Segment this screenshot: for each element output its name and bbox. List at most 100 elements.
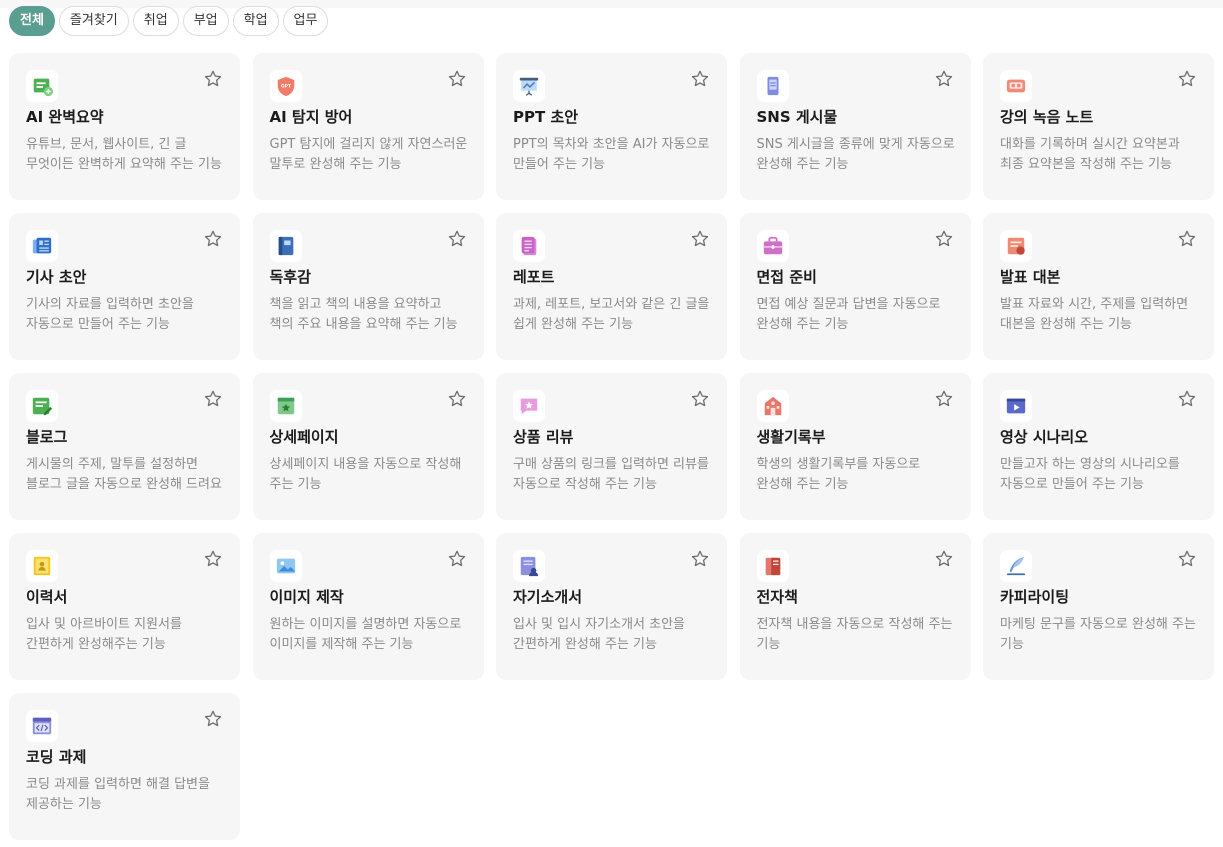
- card-description: 유튜브, 문서, 웹사이트, 긴 글 무엇이든 완벽하게 요약해 주는 기능: [26, 137, 222, 172]
- card-description: 대화를 기록하며 실시간 요약본과 최종 요약본을 작성해 주는 기능: [1000, 137, 1180, 172]
- card-title: 면접 준비: [756, 268, 817, 286]
- self-intro-icon: [513, 550, 545, 582]
- favorite-star-icon[interactable]: [1177, 229, 1197, 249]
- tool-card[interactable]: 면접 준비면접 예상 질문과 답변을 자동으로 완성해 주는 기능: [739, 213, 971, 360]
- card-title: 영상 시나리오: [1000, 428, 1089, 446]
- favorite-star-icon[interactable]: [203, 549, 223, 569]
- card-title: PPT 초안: [513, 108, 579, 126]
- card-title: 카피라이팅: [1000, 588, 1070, 606]
- briefcase-icon: [756, 230, 789, 262]
- blog-icon: [26, 390, 58, 422]
- favorite-star-icon[interactable]: [203, 69, 223, 89]
- tool-card[interactable]: AI 완벽요약유튜브, 문서, 웹사이트, 긴 글 무엇이든 완벽하게 요약해 …: [9, 53, 240, 200]
- favorite-star-icon[interactable]: [690, 549, 710, 569]
- tool-card[interactable]: 강의 녹음 노트 대화를 기록하며 실시간 요약본과 최종 요약본을 작성해 주는…: [983, 53, 1214, 200]
- tool-card[interactable]: 독후감책을 읽고 책의 내용을 요약하고 책의 주요 내용을 요약해 주는 기능: [252, 213, 484, 360]
- image-icon: [269, 550, 302, 582]
- card-title: 기사 초안: [26, 268, 87, 286]
- quill-icon: [1000, 550, 1032, 582]
- card-description: 발표 자료와 시간, 주제를 입력하면 대본을 완성해 주는 기능: [1000, 297, 1189, 332]
- card-title: 코딩 과제: [26, 748, 87, 766]
- book-icon: [269, 230, 302, 262]
- tool-card[interactable]: 코딩 과제코딩 과제를 입력하면 해결 답변을 제공하는 기능: [9, 693, 240, 840]
- tool-card[interactable]: PPT 초안 PPT의 목차와 초안을 AI가 자동으로 만들어 주는 기능: [496, 53, 727, 200]
- card-description: 과제, 레포트, 보고서와 같은 긴 글을 쉽게 완성해 주는 기능: [513, 297, 710, 332]
- favorite-star-icon[interactable]: [447, 389, 467, 409]
- favorite-star-icon[interactable]: [1177, 549, 1197, 569]
- presentation-icon: [513, 70, 545, 102]
- favorite-star-icon[interactable]: [690, 229, 710, 249]
- tab-1[interactable]: 즐겨찾기: [58, 6, 129, 36]
- favorite-star-icon[interactable]: [1177, 389, 1197, 409]
- summary-icon: [26, 70, 58, 102]
- card-description: 면접 예상 질문과 답변을 자동으로 완성해 주는 기능: [756, 297, 941, 332]
- tool-card[interactable]: 발표 대본발표 자료와 시간, 주제를 입력하면 대본을 완성해 주는 기능: [983, 213, 1214, 360]
- ebook-icon: [756, 550, 789, 582]
- tab-0[interactable]: 전체: [9, 6, 55, 36]
- card-title: AI 탐지 방어: [269, 108, 353, 126]
- tool-card[interactable]: 생활기록부 학생의 생활기록부를 자동으로 완성해 주는 기능: [739, 373, 971, 520]
- card-description: PPT의 목차와 초안을 AI가 자동으로 만들어 주는 기능: [513, 137, 710, 172]
- card-description: 상세페이지 내용을 자동으로 작성해 주는 기능: [269, 457, 462, 492]
- card-description: 입사 및 입시 자기소개서 초안을 간편하게 완성해 주는 기능: [513, 617, 686, 652]
- card-title: 자기소개서: [513, 588, 583, 606]
- script-icon: [1000, 230, 1032, 262]
- card-title: 블로그: [26, 428, 68, 446]
- tab-3[interactable]: 부업: [182, 6, 229, 36]
- card-description: 게시물의 주제, 말투를 설정하면 블로그 글을 자동으로 완성해 드려요: [26, 457, 222, 492]
- favorite-star-icon[interactable]: [934, 389, 954, 409]
- tool-card[interactable]: 카피라이팅마케팅 문구를 자동으로 완성해 주는 기능: [983, 533, 1214, 680]
- tool-card[interactable]: 이력서 입사 및 아르바이트 지원서를 간편하게 완성해주는 기능: [9, 533, 240, 680]
- card-title: 레포트: [513, 268, 555, 286]
- card-description: 만들고자 하는 영상의 시나리오를 자동으로 만들어 주는 기능: [1000, 457, 1180, 492]
- card-title: 전자책: [756, 588, 798, 606]
- tool-card[interactable]: 자기소개서입사 및 입시 자기소개서 초안을 간편하게 완성해 주는 기능: [496, 533, 727, 680]
- tool-card[interactable]: 기사 초안기사의 자료를 입력하면 초안을 자동으로 만들어 주는 기능: [9, 213, 240, 360]
- favorite-star-icon[interactable]: [934, 229, 954, 249]
- favorite-star-icon[interactable]: [447, 549, 467, 569]
- tool-card[interactable]: GPT AI 탐지 방어 GPT 탐지에 걸리지 않게 자연스러운 말투로 완성해 …: [252, 53, 484, 200]
- tab-4[interactable]: 학업: [232, 6, 279, 36]
- tab-2[interactable]: 취업: [132, 6, 179, 36]
- review-icon: [513, 390, 545, 422]
- favorite-star-icon[interactable]: [934, 549, 954, 569]
- tab-5[interactable]: 업무: [282, 6, 329, 36]
- recorder-icon: [1000, 70, 1032, 102]
- favorite-star-icon[interactable]: [690, 69, 710, 89]
- favorite-star-icon[interactable]: [203, 229, 223, 249]
- card-description: 학생의 생활기록부를 자동으로 완성해 주는 기능: [756, 457, 921, 492]
- card-description: 책을 읽고 책의 내용을 요약하고 책의 주요 내용을 요약해 주는 기능: [269, 297, 458, 332]
- school-icon: [756, 390, 789, 422]
- card-description: 기사의 자료를 입력하면 초안을 자동으로 만들어 주는 기능: [26, 297, 194, 332]
- card-description: 입사 및 아르바이트 지원서를 간편하게 완성해주는 기능: [26, 617, 182, 652]
- gpt-shield-icon: GPT: [269, 70, 302, 102]
- card-title: 상품 리뷰: [513, 428, 574, 446]
- tool-card[interactable]: 전자책 전자책 내용을 자동으로 작성해 주는 기능: [739, 533, 971, 680]
- favorite-star-icon[interactable]: [203, 389, 223, 409]
- favorite-star-icon[interactable]: [690, 389, 710, 409]
- tool-card[interactable]: 레포트과제, 레포트, 보고서와 같은 긴 글을 쉽게 완성해 주는 기능: [496, 213, 727, 360]
- card-description: 코딩 과제를 입력하면 해결 답변을 제공하는 기능: [26, 777, 210, 812]
- card-description: 마케팅 문구를 자동으로 완성해 주는 기능: [1000, 617, 1196, 652]
- tool-card[interactable]: 영상 시나리오만들고자 하는 영상의 시나리오를 자동으로 만들어 주는 기능: [983, 373, 1214, 520]
- report-icon: [513, 230, 545, 262]
- resume-icon: [26, 550, 58, 582]
- tool-card[interactable]: 상세페이지 상세페이지 내용을 자동으로 작성해 주는 기능: [252, 373, 484, 520]
- tool-card[interactable]: 블로그게시물의 주제, 말투를 설정하면 블로그 글을 자동으로 완성해 드려요: [9, 373, 240, 520]
- newspaper-icon: [26, 230, 58, 262]
- card-title: 독후감: [269, 268, 311, 286]
- video-icon: [1000, 390, 1032, 422]
- card-description: 원하는 이미지를 설명하면 자동으로 이미지를 제작해 주는 기능: [269, 617, 462, 652]
- tool-card[interactable]: 이미지 제작 원하는 이미지를 설명하면 자동으로 이미지를 제작해 주는 기능: [252, 533, 484, 680]
- card-title: 발표 대본: [1000, 268, 1061, 286]
- card-title: AI 완벽요약: [26, 108, 104, 126]
- card-description: 구매 상품의 링크를 입력하면 리뷰를 자동으로 작성해 주는 기능: [513, 457, 709, 492]
- favorite-star-icon[interactable]: [934, 69, 954, 89]
- favorite-star-icon[interactable]: [447, 229, 467, 249]
- icon-label: GPT: [280, 83, 291, 89]
- favorite-star-icon[interactable]: [203, 709, 223, 729]
- tool-card[interactable]: 상품 리뷰구매 상품의 링크를 입력하면 리뷰를 자동으로 작성해 주는 기능: [496, 373, 727, 520]
- favorite-star-icon[interactable]: [447, 69, 467, 89]
- favorite-star-icon[interactable]: [1177, 69, 1197, 89]
- tool-card[interactable]: SNS 게시물 SNS 게시글을 종류에 맞게 자동으로 완성해 주는 기능: [739, 53, 971, 200]
